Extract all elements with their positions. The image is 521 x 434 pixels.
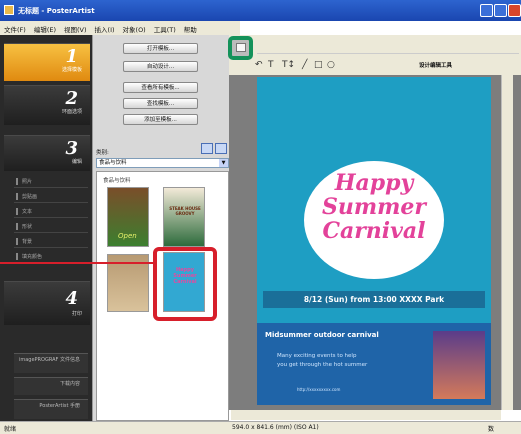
step-label: 打印: [71, 311, 82, 317]
vertical-scrollbar[interactable]: [501, 75, 513, 410]
edit-item-text[interactable]: 文本: [14, 205, 88, 218]
find-template-button[interactable]: 查找模板...: [123, 98, 198, 109]
tool-panel-toggle-icon[interactable]: [228, 36, 253, 60]
open-template-button[interactable]: 打开模板...: [123, 43, 198, 54]
step-select-template[interactable]: 1 选择模板: [4, 43, 90, 81]
auto-design-button[interactable]: 自动设计...: [123, 61, 198, 72]
menu-file[interactable]: 文件(F): [0, 21, 30, 34]
template-thumb-open[interactable]: Open: [107, 187, 149, 247]
menu-object[interactable]: 对象(O): [119, 21, 150, 34]
step-print[interactable]: 4 打印: [4, 281, 90, 325]
thumb-text: STEAK HOUSE GROOVY: [169, 206, 201, 216]
poster-body: Many exciting events to help you get thr…: [277, 352, 367, 370]
step-label: 选择模板: [61, 67, 82, 73]
ellipse-tool-icon[interactable]: ○: [327, 60, 335, 70]
undo-icon[interactable]: ↶: [255, 60, 263, 70]
chevron-down-icon: ▼: [219, 159, 228, 167]
rectangle-tool-icon[interactable]: □: [314, 60, 323, 70]
maximize-button[interactable]: [494, 4, 507, 17]
edit-item-clipart[interactable]: 剪贴画: [14, 190, 88, 203]
poster-title-line: Happy: [334, 170, 414, 196]
workflow-sidebar: 1 选择模板 2 环面选项 3 编辑 照片 剪贴画 文本 形状 背景 填充颜色 …: [0, 35, 92, 421]
selected-template-highlight: [153, 247, 217, 321]
menu-bar: 文件(F) 编辑(E) 视图(V) 插入(I) 对象(O) 工具(T) 帮助: [0, 21, 240, 35]
step-edit[interactable]: 3 编辑: [4, 135, 90, 171]
step-options[interactable]: 2 环面选项: [4, 85, 90, 125]
poster-body-line: you get through the hot summer: [277, 362, 368, 368]
callout-line: [0, 262, 155, 264]
category-value: 食品与饮料: [99, 160, 127, 166]
window-title: 无标题 - PosterArtist: [18, 7, 95, 15]
horizontal-scrollbar[interactable]: [231, 410, 501, 420]
app-logo-icon: [4, 5, 14, 15]
close-button[interactable]: [508, 4, 521, 17]
printer-info-button[interactable]: imagePROGRAF 文件信息: [14, 353, 88, 373]
line-tool-icon[interactable]: ╱: [302, 60, 307, 70]
status-paper-size: 594.0 x 841.6 (mm) (ISO A1): [232, 424, 319, 431]
step-number: 3: [65, 138, 78, 159]
poster-sunset-photo: [433, 331, 485, 399]
template-thumb-steakhouse[interactable]: STEAK HOUSE GROOVY: [163, 187, 205, 247]
thumb-text: Open: [118, 232, 137, 240]
vertical-text-icon[interactable]: T↕: [282, 60, 295, 70]
view-all-templates-button[interactable]: 查看所有模板...: [123, 82, 198, 93]
poster-title: Happy Summer Carnival: [257, 171, 491, 243]
poster-title-line: Carnival: [322, 218, 426, 244]
tree-group-header: 食品与饮料: [103, 178, 131, 184]
poster-title-line: Summer: [321, 194, 427, 220]
category-label: 类别:: [96, 150, 109, 156]
design-tool-label[interactable]: 设计编辑工具: [419, 61, 452, 69]
edit-item-background[interactable]: 背景: [14, 235, 88, 248]
menu-tools[interactable]: 工具(T): [150, 21, 180, 34]
menu-edit[interactable]: 编辑(E): [30, 21, 60, 34]
step-number: 1: [65, 46, 78, 67]
step-label: 环面选项: [61, 109, 82, 115]
menu-view[interactable]: 视图(V): [60, 21, 91, 34]
poster-date-banner: 8/12 (Sun) from 13:00 XXXX Park: [263, 291, 485, 308]
menu-help[interactable]: 帮助: [180, 21, 201, 34]
panel-icon: [236, 43, 246, 52]
status-bar: 就绪 594.0 x 841.6 (mm) (ISO A1) 数: [0, 421, 521, 434]
category-select[interactable]: 食品与饮料 ▼: [96, 158, 229, 168]
step-number: 2: [65, 88, 78, 109]
edit-item-photo[interactable]: 照片: [14, 175, 88, 188]
download-content-button[interactable]: 下载内容: [14, 377, 88, 395]
add-to-template-button[interactable]: 添加至模板...: [123, 114, 198, 125]
manual-button[interactable]: PosterArtist 手册: [14, 399, 88, 419]
step-number: 4: [65, 288, 78, 309]
menu-insert[interactable]: 插入(I): [91, 21, 119, 34]
status-ready: 就绪: [4, 426, 17, 433]
poster-canvas[interactable]: Happy Summer Carnival 8/12 (Sun) from 13…: [257, 77, 491, 405]
minimize-button[interactable]: [480, 4, 493, 17]
toolbar-row-top: [257, 38, 519, 54]
text-tool-icon[interactable]: T: [268, 60, 274, 70]
large-icon-view-icon[interactable]: [201, 143, 213, 154]
status-mode: 数: [488, 426, 495, 433]
template-panel: 打开模板... 自动设计... 查看所有模板... 查找模板... 添加至模板.…: [92, 35, 229, 421]
edit-item-shape[interactable]: 形状: [14, 220, 88, 233]
step-label: 编辑: [71, 159, 82, 165]
poster-subtitle: Midsummer outdoor carnival: [265, 331, 379, 339]
poster-body-line: Many exciting events to help: [277, 353, 357, 359]
title-bar: 无标题 - PosterArtist: [0, 0, 521, 21]
small-icon-view-icon[interactable]: [215, 143, 227, 154]
poster-url: http://xxxxxxxxx.com: [297, 387, 341, 392]
